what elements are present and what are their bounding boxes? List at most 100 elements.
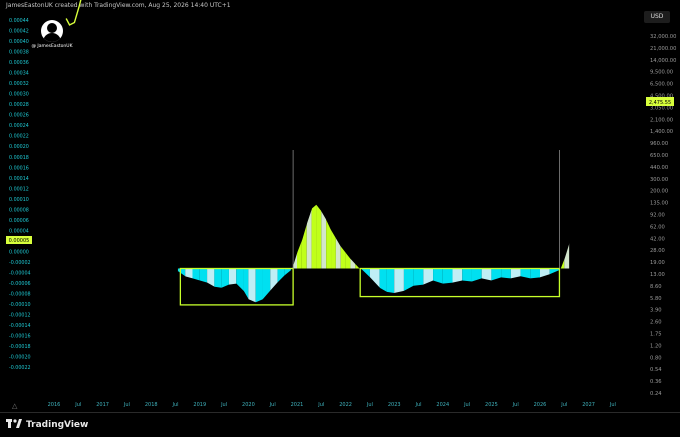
x-axis-tick-label: Jul bbox=[317, 402, 324, 408]
bell-icon[interactable]: △ bbox=[12, 402, 17, 410]
oscillator-badge: 0.00005 bbox=[6, 236, 32, 244]
x-axis-tick-label: 2019 bbox=[193, 402, 206, 408]
left-axis-tick-label: 0.00034 bbox=[9, 71, 29, 77]
right-axis-tick-label: 62.00 bbox=[650, 224, 665, 230]
x-axis-tick-label: Jul bbox=[269, 402, 276, 408]
left-axis-tick-label: -0.00012 bbox=[9, 313, 31, 319]
oscillator-segment bbox=[369, 268, 380, 289]
left-axis-tick-label: 0.00036 bbox=[9, 60, 29, 66]
price-chart[interactable]: 32,000.00 21,000.00 14,000.00 9,500.00 6,500… bbox=[0, 0, 680, 436]
oscillator-segment bbox=[207, 268, 215, 288]
right-axis-tick-label: 42.00 bbox=[650, 236, 665, 242]
price-badge-label: 2,475.55 bbox=[649, 100, 671, 106]
left-axis-tick-label: -0.00016 bbox=[9, 334, 31, 340]
right-axis-tick-label: 1.75 bbox=[650, 332, 662, 338]
left-axis-tick-label: 0.00038 bbox=[9, 50, 29, 56]
x-axis-tick-label: 2025 bbox=[485, 402, 498, 408]
left-axis-tick-label: 0.00030 bbox=[9, 92, 29, 98]
right-axis-tick-label: 21,000.00 bbox=[650, 46, 676, 52]
oscillator-segment bbox=[321, 210, 327, 269]
right-axis-tick-label: 19.00 bbox=[650, 260, 665, 266]
left-axis-tick-label: 0.00006 bbox=[9, 218, 29, 224]
oscillator-segment bbox=[248, 268, 256, 303]
oscillator-segment bbox=[413, 268, 424, 287]
right-axis-tick-label: 200.00 bbox=[650, 189, 668, 195]
right-axis: 32,000.00 21,000.00 14,000.00 9,500.00 6,500… bbox=[650, 34, 676, 397]
left-axis-tick-label: -0.00008 bbox=[9, 292, 31, 298]
left-axis-tick-label: 0.00028 bbox=[9, 102, 29, 108]
left-axis-tick-label: 0.00014 bbox=[9, 176, 29, 182]
x-axis-tick-label: Jul bbox=[609, 402, 616, 408]
oscillator-segment bbox=[277, 268, 285, 284]
tradingview-logo[interactable]: TradingView bbox=[6, 419, 88, 430]
right-axis-tick-label: 0.54 bbox=[650, 367, 662, 373]
right-axis-tick-label: 650.00 bbox=[650, 153, 668, 159]
left-axis-tick-label: -0.00022 bbox=[9, 365, 31, 371]
oscillator-segment bbox=[228, 268, 237, 286]
left-axis-tick-label: 0.00020 bbox=[9, 144, 29, 150]
x-axis-tick-label: Jul bbox=[220, 402, 227, 408]
price-badge: 2,475.55 bbox=[646, 97, 674, 106]
left-axis-tick-label: -0.00004 bbox=[9, 270, 31, 276]
right-axis-tick-label: 3.90 bbox=[650, 308, 662, 314]
left-axis-tick-label: -0.00020 bbox=[9, 355, 31, 361]
oscillator-segment bbox=[255, 268, 263, 303]
left-axis-tick-label: -0.00018 bbox=[9, 344, 31, 350]
oscillator-segment bbox=[462, 268, 472, 283]
left-axis-tick-label: -0.00014 bbox=[9, 323, 31, 329]
right-axis-tick-label: 2,100.00 bbox=[650, 117, 673, 123]
x-axis-tick-label: 2020 bbox=[242, 402, 255, 408]
left-axis-tick-label: 0.00000 bbox=[9, 249, 29, 255]
x-axis-tick-label: 2017 bbox=[96, 402, 109, 408]
oscillator-segment bbox=[297, 239, 302, 269]
oscillator-segment bbox=[394, 268, 404, 294]
left-axis-tick-label: 0.00024 bbox=[9, 123, 29, 129]
x-axis-tick-label: Jul bbox=[74, 402, 81, 408]
right-axis-tick-label: 14,000.00 bbox=[650, 58, 676, 64]
left-axis-tick-label: 0.00026 bbox=[9, 113, 29, 119]
right-axis-tick-label: 8.60 bbox=[650, 284, 662, 290]
right-axis-tick-label: 135.00 bbox=[650, 201, 668, 207]
x-axis: 2016 Jul 2017 Jul 2018 Jul 2019 Jul 2020 Jul 2021 J… bbox=[48, 402, 616, 408]
oscillator-segment bbox=[350, 258, 356, 269]
oscillator-segment bbox=[331, 228, 336, 269]
right-axis-tick-label: 13.00 bbox=[650, 272, 665, 278]
left-axis-tick-label: 0.00008 bbox=[9, 207, 29, 213]
left-axis-tick-label: 0.00016 bbox=[9, 165, 29, 171]
oscillator-segment bbox=[214, 268, 222, 289]
oscillator-badge-label: 0.00005 bbox=[9, 238, 30, 244]
left-axis-tick-label: 0.00010 bbox=[9, 197, 29, 203]
x-axis-tick-label: 2026 bbox=[534, 402, 547, 408]
oscillator-segment bbox=[316, 204, 322, 269]
x-axis-tick-label: 2016 bbox=[48, 402, 61, 408]
oscillator-segment bbox=[442, 268, 453, 285]
right-axis-tick-label: 300.00 bbox=[650, 177, 668, 183]
oscillator-segment bbox=[326, 218, 332, 269]
right-axis-tick-label: 3,050.00 bbox=[650, 105, 673, 111]
left-axis-tick-label: 0.00044 bbox=[9, 18, 29, 24]
oscillator-segment bbox=[311, 204, 317, 269]
x-axis-tick-label: 2018 bbox=[145, 402, 158, 408]
left-axis-tick-label: 0.00042 bbox=[9, 29, 29, 35]
left-axis-tick-label: 0.00018 bbox=[9, 155, 29, 161]
oscillator-segment bbox=[501, 268, 511, 279]
tradingview-logo-icon bbox=[6, 419, 22, 428]
right-axis-tick-label: 9,500.00 bbox=[650, 70, 673, 76]
oscillator-segment bbox=[403, 268, 414, 292]
x-axis-tick-label: 2023 bbox=[388, 402, 401, 408]
oscillator-segment bbox=[530, 268, 540, 279]
right-axis-tick-label: 5.80 bbox=[650, 296, 662, 302]
x-axis-tick-label: 2022 bbox=[339, 402, 352, 408]
left-axis-tick-label: 0.00004 bbox=[9, 228, 29, 234]
left-axis-tick-label: -0.00006 bbox=[9, 281, 31, 287]
right-axis-tick-label: 92.00 bbox=[650, 213, 665, 219]
oscillator-segment bbox=[386, 268, 395, 294]
right-axis-tick-label: 2.60 bbox=[650, 320, 662, 326]
right-axis-tick-label: 1.20 bbox=[650, 343, 662, 349]
x-axis-tick-label: Jul bbox=[414, 402, 421, 408]
x-axis-tick-label: Jul bbox=[366, 402, 373, 408]
x-axis-tick-label: 2024 bbox=[436, 402, 449, 408]
x-axis-tick-label: Jul bbox=[512, 402, 519, 408]
right-axis-tick-label: 0.24 bbox=[650, 391, 662, 397]
left-axis-tick-label: 0.00022 bbox=[9, 134, 29, 140]
